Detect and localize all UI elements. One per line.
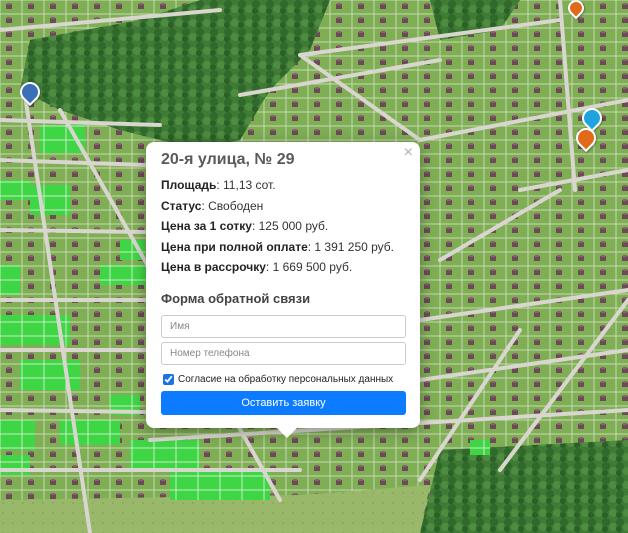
popup-tip (277, 428, 297, 438)
price-per-sotka-label: Цена за 1 сотку (161, 219, 252, 233)
location-pin-icon[interactable] (15, 77, 45, 107)
consent-checkbox[interactable] (163, 374, 174, 385)
price-per-sotka-value: : 125 000 руб. (251, 219, 329, 233)
consent-row[interactable]: Согласие на обработку персональных данны… (161, 374, 405, 385)
installment-price-row: Цена в рассрочку: 1 669 500 руб. (161, 260, 405, 274)
poi-pin-icon[interactable] (564, 0, 588, 20)
plot-title: 20-я улица, № 29 (161, 151, 295, 168)
status-value: : Свободен (201, 198, 264, 213)
pin-shape (15, 77, 45, 107)
feedback-form-title: Форма обратной связи (161, 291, 311, 306)
area-label: Площадь (161, 178, 217, 192)
status-label: Статус (161, 198, 202, 213)
installment-price-value: : 1 669 500 руб. (265, 260, 353, 274)
area-row: Площадь: 11,13 сот. (161, 178, 405, 192)
info-pin-icon[interactable] (577, 103, 607, 133)
installment-price-label: Цена в рассрочку (161, 260, 266, 274)
status-row: Статус: Свободен (161, 199, 405, 213)
price-per-sotka-row: Цена за 1 сотку: 125 000 руб. (161, 219, 405, 233)
full-price-value: : 1 391 250 руб. (307, 239, 395, 254)
close-icon[interactable]: × (404, 145, 413, 161)
full-price-label: Цена при полной оплате (161, 239, 308, 254)
consent-label: Согласие на обработку персональных данны… (178, 374, 394, 385)
full-price-row: Цена при полной оплате: 1 391 250 руб. (161, 240, 405, 254)
name-input[interactable] (161, 315, 406, 338)
plot-popup: × 20-я улица, № 29 Площадь: 11,13 сот. С… (146, 142, 420, 438)
pin-shape (571, 123, 601, 153)
phone-input[interactable] (161, 342, 406, 365)
poi-pin-icon[interactable] (571, 123, 601, 153)
submit-request-button[interactable]: Оставить заявку (161, 391, 406, 415)
area-value: : 11,13 сот. (216, 178, 276, 192)
